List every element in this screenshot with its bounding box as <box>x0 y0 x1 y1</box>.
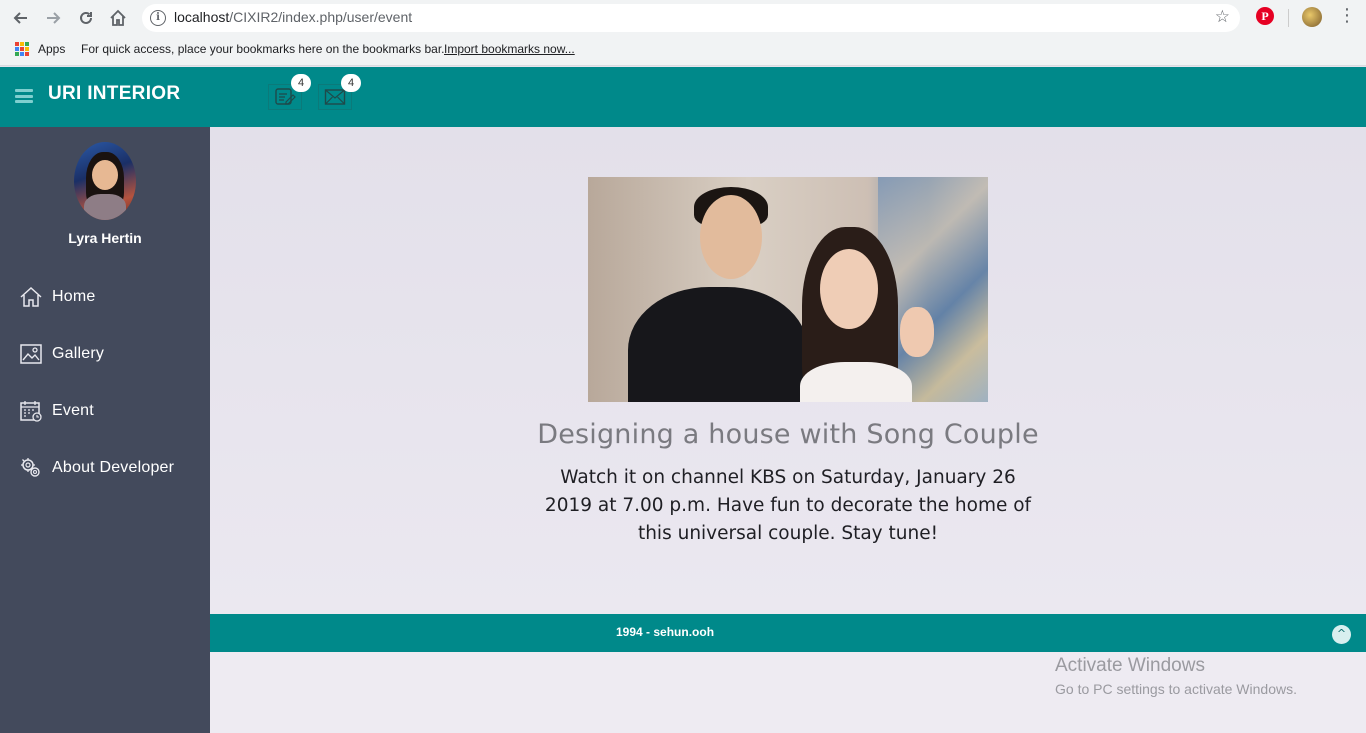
sidebar: Lyra Hertin Home Gallery Event About Dev… <box>0 127 210 733</box>
calendar-icon <box>18 399 44 423</box>
sidebar-item-label: Gallery <box>52 345 105 362</box>
event-photo <box>588 177 988 402</box>
pinterest-icon[interactable]: P <box>1256 7 1274 25</box>
browser-menu-icon[interactable]: ⋮ <box>1338 6 1356 26</box>
user-name: Lyra Hertin <box>68 230 142 246</box>
toolbar-divider <box>1288 9 1289 27</box>
sidebar-item-about-developer[interactable]: About Developer <box>18 454 174 482</box>
sidebar-item-label: Home <box>52 288 96 305</box>
event-description: Watch it on channel KBS on Saturday, Jan… <box>544 467 1032 544</box>
gallery-icon <box>18 342 44 366</box>
activate-windows-watermark: Activate Windows Go to PC settings to ac… <box>1055 655 1297 697</box>
profile-avatar[interactable] <box>1302 7 1322 27</box>
messages-button[interactable]: 4 <box>318 74 361 110</box>
reload-icon[interactable] <box>74 6 98 30</box>
mail-icon <box>324 89 346 105</box>
info-icon[interactable]: i <box>150 10 166 26</box>
bookmarks-bar: Apps For quick access, place your bookma… <box>0 36 1366 66</box>
brand-title[interactable]: URI INTERIOR <box>48 83 180 105</box>
activate-subtitle: Go to PC settings to activate Windows. <box>1055 681 1297 697</box>
home-icon <box>18 285 44 309</box>
forward-icon[interactable] <box>41 6 65 30</box>
bookmarks-hint: For quick access, place your bookmarks h… <box>81 42 445 56</box>
user-avatar[interactable] <box>74 142 136 220</box>
browser-toolbar: i localhost/CIXIR2/index.php/user/event … <box>0 0 1366 36</box>
tasks-icon <box>275 88 296 105</box>
app-header: URI INTERIOR 4 4 <box>0 67 1366 127</box>
developer-icon <box>18 456 44 480</box>
home-browser-icon[interactable] <box>106 6 130 30</box>
apps-link[interactable]: Apps <box>38 42 65 56</box>
import-bookmarks-link[interactable]: Import bookmarks now... <box>444 42 575 56</box>
sidebar-item-home[interactable]: Home <box>18 283 95 311</box>
url-text[interactable]: localhost/CIXIR2/index.php/user/event <box>174 9 412 25</box>
sidebar-item-gallery[interactable]: Gallery <box>18 340 104 368</box>
footer-text: 1994 - sehun.ooh <box>616 625 715 639</box>
sidebar-item-label: Event <box>52 402 94 419</box>
event-title: Designing a house with Song Couple <box>537 419 1039 450</box>
sidebar-item-event[interactable]: Event <box>18 397 94 425</box>
tasks-badge: 4 <box>291 74 311 92</box>
activate-title: Activate Windows <box>1055 655 1205 676</box>
sidebar-item-label: About Developer <box>52 459 175 476</box>
apps-grid-icon[interactable] <box>15 42 29 56</box>
messages-badge: 4 <box>341 74 361 92</box>
main-content: Designing a house with Song Couple Watch… <box>210 127 1366 614</box>
bookmark-star-icon[interactable]: ☆ <box>1215 7 1230 27</box>
scroll-top-icon[interactable]: ^ <box>1332 625 1351 644</box>
back-icon[interactable] <box>9 6 33 30</box>
tasks-button[interactable]: 4 <box>268 74 311 110</box>
hamburger-menu-icon[interactable] <box>15 89 33 103</box>
address-bar[interactable]: i localhost/CIXIR2/index.php/user/event … <box>142 4 1240 32</box>
footer: 1994 - sehun.ooh ^ <box>210 614 1366 652</box>
